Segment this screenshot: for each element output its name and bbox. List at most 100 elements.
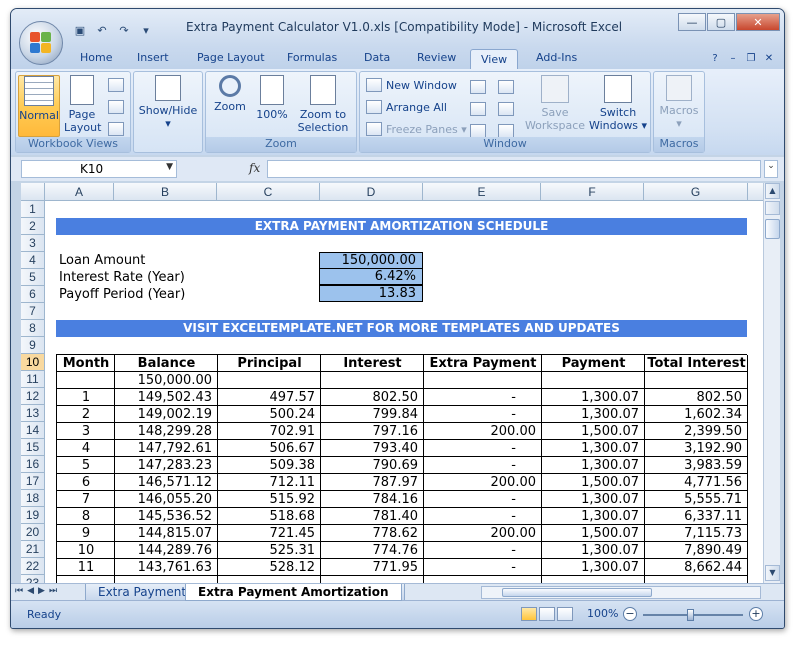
- worksheet-grid[interactable]: ABCDEFG 1 2 3 4 5 6 7 8 9 10 11 12 13 14 15 16 17 18 19 20 2…: [21, 183, 763, 583]
- undo-icon[interactable]: ↶: [93, 22, 111, 38]
- row-header[interactable]: 1: [21, 201, 45, 218]
- page-layout-icon-small[interactable]: [539, 607, 555, 621]
- zoom-to-selection-button[interactable]: Zoom to Selection: [294, 75, 352, 137]
- table-cell[interactable]: 781.40: [321, 508, 424, 525]
- row-header[interactable]: 17: [21, 473, 45, 490]
- horizontal-scrollbar[interactable]: [481, 586, 761, 599]
- row-header[interactable]: 3: [21, 235, 45, 252]
- tab-page-layout[interactable]: Page Layout: [197, 51, 265, 64]
- table-cell[interactable]: 200.00: [424, 474, 542, 491]
- table-cell[interactable]: 497.57: [218, 389, 321, 406]
- table-cell[interactable]: 8,662.44: [645, 559, 748, 576]
- close-button[interactable]: ✕: [736, 13, 780, 31]
- row-header[interactable]: 16: [21, 456, 45, 473]
- table-cell[interactable]: 149,002.19: [115, 406, 218, 423]
- zoom-slider-knob[interactable]: [687, 609, 694, 621]
- table-cell[interactable]: 11: [57, 559, 115, 576]
- table-cell[interactable]: 1,500.07: [542, 525, 645, 542]
- table-cell[interactable]: 5: [57, 457, 115, 474]
- column-header-e[interactable]: E: [423, 183, 541, 201]
- row-header[interactable]: 4: [21, 252, 45, 269]
- loan-amount-value[interactable]: 150,000.00: [319, 252, 423, 269]
- row-header[interactable]: 15: [21, 439, 45, 456]
- table-cell[interactable]: 712.11: [218, 474, 321, 491]
- row-header[interactable]: 23: [21, 575, 45, 583]
- row-header[interactable]: 9: [21, 337, 45, 354]
- table-cell[interactable]: 802.50: [321, 389, 424, 406]
- row-header[interactable]: 13: [21, 405, 45, 422]
- row-header[interactable]: 7: [21, 303, 45, 320]
- table-cell[interactable]: 146,571.12: [115, 474, 218, 491]
- column-header-c[interactable]: C: [217, 183, 320, 201]
- horizontal-scroll-thumb[interactable]: [502, 588, 652, 597]
- switch-windows-button[interactable]: Switch Windows ▾: [588, 75, 648, 137]
- table-cell[interactable]: 1,300.07: [542, 508, 645, 525]
- table-cell[interactable]: 721.45: [218, 525, 321, 542]
- column-header-d[interactable]: D: [320, 183, 423, 201]
- table-cell[interactable]: 787.97: [321, 474, 424, 491]
- page-break-preview-icon[interactable]: [108, 78, 124, 92]
- table-cell[interactable]: -: [424, 406, 542, 423]
- table-cell[interactable]: 793.40: [321, 440, 424, 457]
- sync-scroll-icon[interactable]: [498, 102, 514, 116]
- page-break-icon-small[interactable]: [557, 607, 573, 621]
- row-header[interactable]: 2: [21, 218, 45, 235]
- tab-view[interactable]: View: [470, 49, 519, 71]
- split-box-icon[interactable]: [765, 201, 780, 215]
- row-header[interactable]: 8: [21, 320, 45, 337]
- table-cell[interactable]: 7: [57, 491, 115, 508]
- doc-restore-icon[interactable]: ❐: [744, 51, 758, 65]
- table-cell[interactable]: 144,815.07: [115, 525, 218, 542]
- new-window-button[interactable]: New Window: [366, 78, 457, 92]
- page-layout-view-button[interactable]: Page Layout: [64, 75, 101, 137]
- table-cell[interactable]: 200.00: [424, 525, 542, 542]
- table-cell[interactable]: 1,300.07: [542, 457, 645, 474]
- table-cell[interactable]: 784.16: [321, 491, 424, 508]
- table-cell[interactable]: 500.24: [218, 406, 321, 423]
- table-cell[interactable]: -: [424, 491, 542, 508]
- table-cell[interactable]: 774.76: [321, 542, 424, 559]
- table-cell[interactable]: -: [424, 559, 542, 576]
- table-cell[interactable]: 799.84: [321, 406, 424, 423]
- column-header-b[interactable]: B: [114, 183, 217, 201]
- qat-dropdown-icon[interactable]: ▾: [137, 22, 155, 38]
- table-cell[interactable]: 9: [57, 525, 115, 542]
- zoom-in-icon[interactable]: +: [749, 607, 763, 621]
- select-all-corner[interactable]: [21, 183, 45, 201]
- table-cell[interactable]: -: [424, 457, 542, 474]
- table-cell[interactable]: 6: [57, 474, 115, 491]
- table-cell[interactable]: 7,890.49: [645, 542, 748, 559]
- table-cell[interactable]: 771.95: [321, 559, 424, 576]
- sheet-tab-extra-payment[interactable]: Extra Payment: [85, 584, 200, 601]
- row-header[interactable]: 21: [21, 541, 45, 558]
- insert-function-icon[interactable]: fx: [249, 161, 260, 175]
- table-cell[interactable]: 10: [57, 542, 115, 559]
- column-header-a[interactable]: A: [45, 183, 114, 201]
- table-cell[interactable]: 1,300.07: [542, 491, 645, 508]
- tab-formulas[interactable]: Formulas: [287, 51, 337, 64]
- reset-position-icon[interactable]: [498, 124, 514, 138]
- unhide-icon[interactable]: [470, 124, 486, 138]
- table-cell[interactable]: 509.38: [218, 457, 321, 474]
- table-cell[interactable]: 515.92: [218, 491, 321, 508]
- table-cell[interactable]: 147,792.61: [115, 440, 218, 457]
- next-sheet-icon[interactable]: ▶: [38, 586, 45, 596]
- table-cell[interactable]: 1,300.07: [542, 440, 645, 457]
- table-cell[interactable]: -: [424, 542, 542, 559]
- table-cell[interactable]: 146,055.20: [115, 491, 218, 508]
- table-cell[interactable]: 148,299.28: [115, 423, 218, 440]
- table-cell[interactable]: 790.69: [321, 457, 424, 474]
- table-cell[interactable]: 528.12: [218, 559, 321, 576]
- first-sheet-icon[interactable]: ⏮: [15, 586, 23, 596]
- normal-view-icon-small[interactable]: [521, 607, 537, 621]
- scroll-up-icon[interactable]: ▲: [765, 183, 780, 199]
- table-cell[interactable]: 702.91: [218, 423, 321, 440]
- table-cell[interactable]: 144,289.76: [115, 542, 218, 559]
- office-button[interactable]: [19, 21, 63, 65]
- minimize-button[interactable]: —: [678, 13, 706, 31]
- last-sheet-icon[interactable]: ⏭: [49, 586, 57, 596]
- table-cell[interactable]: 147,283.23: [115, 457, 218, 474]
- table-cell[interactable]: 3,983.59: [645, 457, 748, 474]
- freeze-panes-button[interactable]: Freeze Panes ▾: [366, 122, 467, 136]
- table-cell[interactable]: 145,536.52: [115, 508, 218, 525]
